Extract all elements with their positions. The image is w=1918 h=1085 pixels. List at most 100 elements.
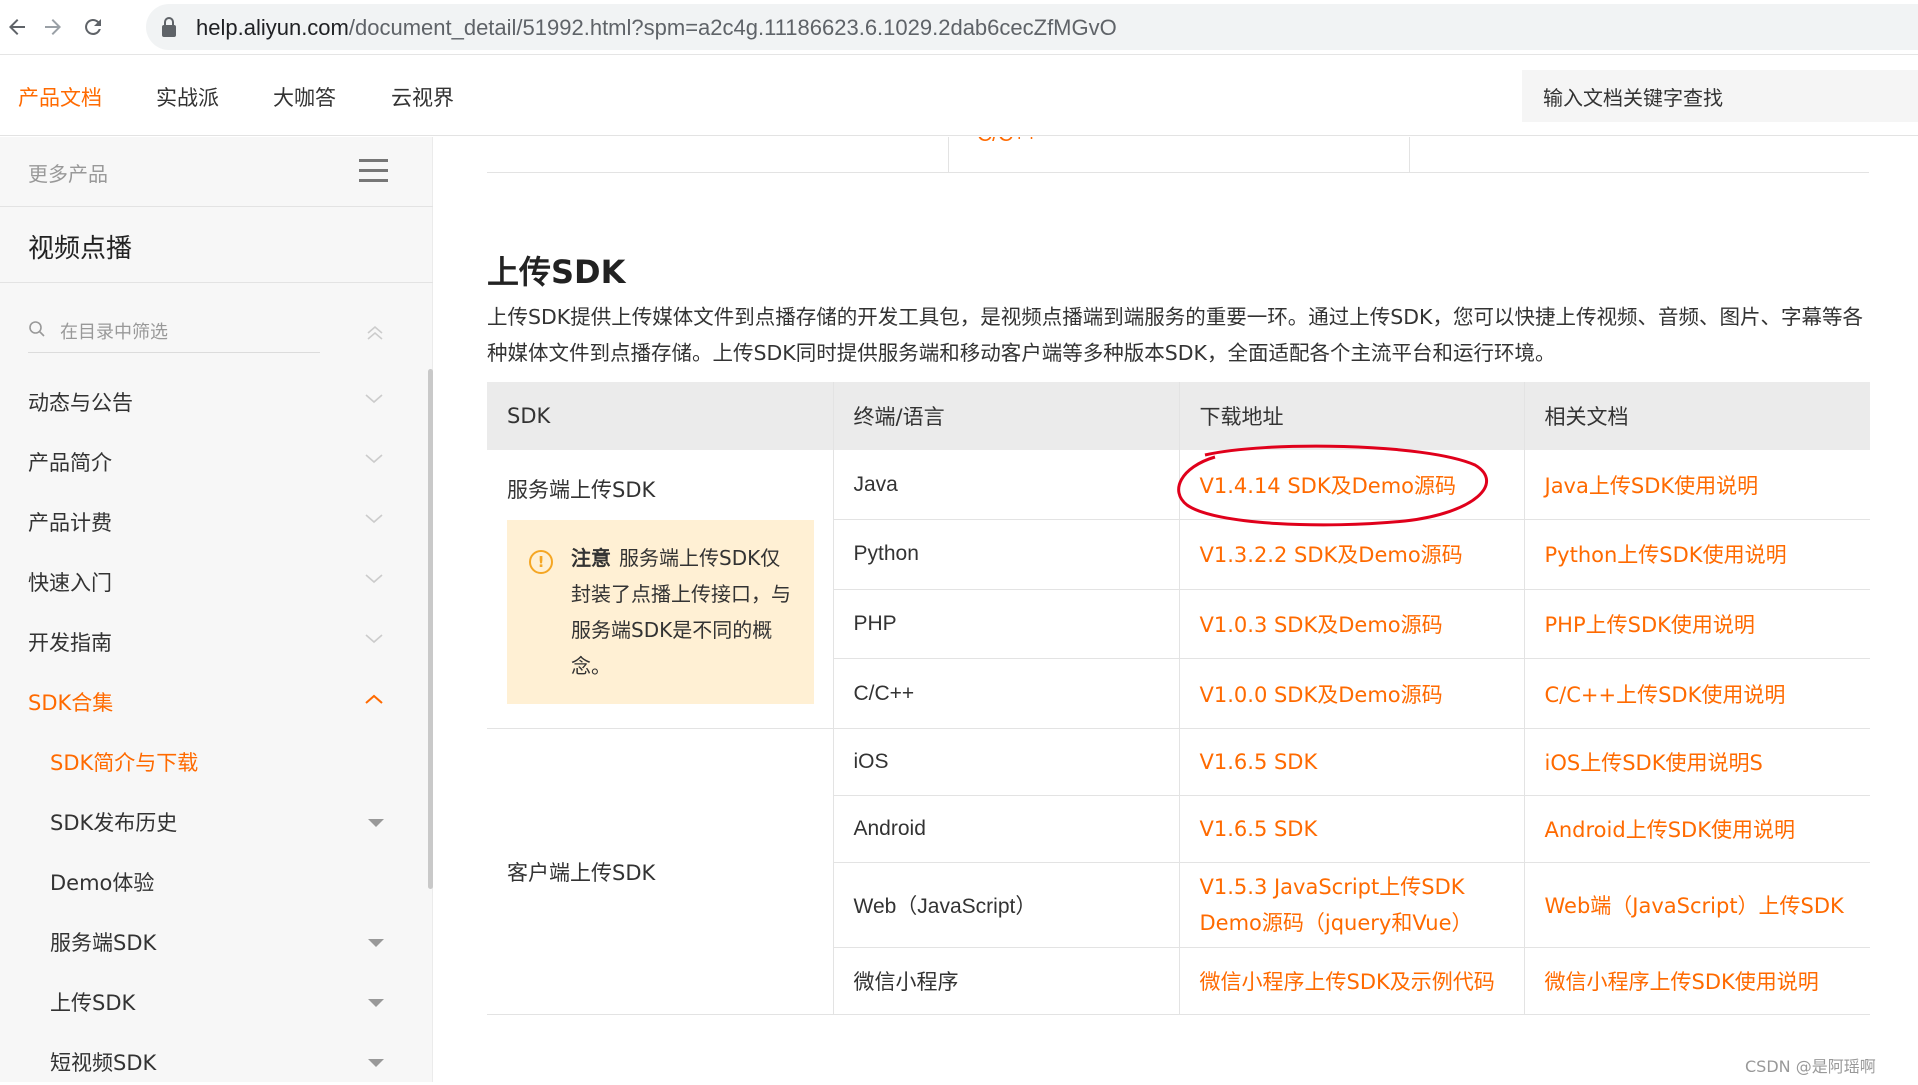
sidebar-item-billing[interactable]: 产品计费 (0, 497, 420, 545)
download-link[interactable]: 微信小程序上传SDK及示例代码 (1200, 970, 1495, 994)
column-header: 相关文档 (1524, 382, 1870, 450)
download-link[interactable]: V1.0.3 SDK及Demo源码 (1200, 613, 1443, 637)
sidebar-item-label: SDK简介与下载 (50, 751, 199, 775)
arrow-left-icon (9, 19, 25, 35)
download-link[interactable]: V1.6.5 SDK (1200, 817, 1318, 841)
sidebar-item-sdk-download[interactable]: SDK简介与下载 (0, 737, 420, 785)
note-title: 注意 (571, 546, 611, 570)
site-top-nav: 产品文档 实战派 大咖答 云视界 输入文档关键字查找 (0, 56, 1918, 136)
doc-cell: Java上传SDK使用说明 (1524, 450, 1870, 521)
sdk-group-label: 客户端上传SDK (507, 860, 656, 885)
doc-search-placeholder: 输入文档关键字查找 (1543, 86, 1723, 110)
caret-down-icon (368, 819, 384, 827)
download-link[interactable]: V1.6.5 SDK (1200, 750, 1318, 774)
note-box: ! 注意 服务端上传SDK仅封装了点播上传接口，与服务端SDK是不同的概念。 (507, 520, 814, 704)
sidebar-item-label: 服务端SDK (50, 931, 157, 955)
sidebar-item-intro[interactable]: 产品简介 (0, 437, 420, 485)
caret-down-icon (368, 1059, 384, 1067)
download-cell: V1.3.2.2 SDK及Demo源码 (1179, 519, 1525, 590)
url-host: help.aliyun.com (196, 15, 349, 40)
sdk-group-label: 服务端上传SDK (507, 478, 656, 502)
doc-content: C/C++ 上传SDK 上传SDK提供上传媒体文件到点播存储的开发工具包，是视频… (434, 137, 1918, 1082)
reload-button[interactable] (76, 10, 110, 44)
table-row: 客户端上传SDK iOS V1.6.5 SDK iOS上传SDK使用说明S (487, 728, 1870, 1015)
warning-icon: ! (529, 550, 553, 574)
sdk-group-cell: 服务端上传SDK ! 注意 服务端上传SDK仅封装了点播上传接口，与服务端SDK是… (487, 450, 834, 729)
browser-toolbar: help.aliyun.com/document_detail/51992.ht… (0, 0, 1918, 55)
download-link[interactable]: V1.4.14 SDK及Demo源码 (1200, 474, 1457, 498)
nav-product-docs[interactable]: 产品文档 (18, 82, 102, 112)
doc-cell: PHP上传SDK使用说明 (1524, 589, 1870, 660)
sidebar-item-label: Demo体验 (50, 871, 155, 895)
download-cell: V1.6.5 SDK (1179, 728, 1525, 796)
sidebar-item-sdk[interactable]: SDK合集 (0, 677, 420, 725)
sidebar-item-upload-sdk[interactable]: 上传SDK (0, 977, 420, 1025)
csdn-watermark: CSDN @是阿瑶啊 (1745, 1057, 1876, 1076)
doc-link[interactable]: iOS上传SDK使用说明S (1545, 751, 1763, 775)
sidebar-item-demo[interactable]: Demo体验 (0, 857, 420, 905)
sidebar-item-short-video-sdk[interactable]: 短视频SDK (0, 1037, 420, 1085)
download-cell: V1.4.14 SDK及Demo源码 (1179, 450, 1525, 521)
forward-button[interactable] (36, 10, 70, 44)
sidebar-item-label: 上传SDK (50, 991, 136, 1015)
nav-cloud-vision[interactable]: 云视界 (391, 82, 454, 112)
chevron-down-icon (365, 574, 383, 584)
sidebar-item-label: 短视频SDK (50, 1051, 157, 1075)
lang-cell: Android (833, 795, 1180, 863)
sidebar-item-label: SDK合集 (28, 691, 114, 715)
sidebar: 更多产品 视频点播 在目录中筛选 动态与公告 产品简介 产品计费 快速入门 开发… (0, 137, 433, 1082)
lang-cell: iOS (833, 728, 1180, 796)
sidebar-scrollbar[interactable] (428, 369, 433, 889)
download-cell: V1.0.0 SDK及Demo源码 (1179, 658, 1525, 729)
sdk-group-cell: 客户端上传SDK (487, 728, 834, 1015)
sidebar-item-label: SDK发布历史 (50, 811, 178, 835)
lock-icon (162, 17, 176, 37)
doc-link[interactable]: Java上传SDK使用说明 (1545, 474, 1759, 498)
nav-practice[interactable]: 实战派 (156, 82, 219, 112)
more-products-bar[interactable]: 更多产品 (0, 137, 433, 207)
note-body: 注意 服务端上传SDK仅封装了点播上传接口，与服务端SDK是不同的概念。 (571, 540, 794, 684)
doc-cell: Web端（JavaScript）上传SDK (1524, 862, 1870, 948)
sidebar-item-server-sdk[interactable]: 服务端SDK (0, 917, 420, 965)
sidebar-item-label: 动态与公告 (28, 391, 133, 415)
doc-link[interactable]: 微信小程序上传SDK使用说明 (1545, 970, 1819, 994)
nav-expert-answers[interactable]: 大咖答 (273, 82, 336, 112)
doc-link[interactable]: Android上传SDK使用说明 (1545, 818, 1795, 842)
doc-link[interactable]: PHP上传SDK使用说明 (1545, 613, 1755, 637)
back-button[interactable] (0, 10, 34, 44)
doc-search-input[interactable]: 输入文档关键字查找 (1522, 70, 1918, 122)
sidebar-item-news[interactable]: 动态与公告 (0, 377, 420, 425)
url-text: help.aliyun.com/document_detail/51992.ht… (196, 15, 1117, 41)
doc-cell: iOS上传SDK使用说明S (1524, 728, 1870, 796)
previous-table-cut-text[interactable]: C/C++ (977, 137, 1038, 147)
sidebar-item-sdk-history[interactable]: SDK发布历史 (0, 797, 420, 845)
menu-icon[interactable] (359, 159, 388, 183)
chevron-down-icon (365, 394, 383, 404)
download-link[interactable]: V1.0.0 SDK及Demo源码 (1200, 683, 1443, 707)
section-intro: 上传SDK提供上传媒体文件到点播存储的开发工具包，是视频点播端到端服务的重要一环… (487, 305, 1863, 365)
caret-down-icon (368, 939, 384, 947)
column-header: 下载地址 (1179, 382, 1525, 450)
double-chevron-up-icon[interactable] (364, 322, 386, 344)
sidebar-item-quickstart[interactable]: 快速入门 (0, 557, 420, 605)
doc-link[interactable]: Python上传SDK使用说明 (1545, 543, 1787, 567)
download-link[interactable]: V1.3.2.2 SDK及Demo源码 (1200, 543, 1463, 567)
lang-cell: PHP (833, 589, 1180, 660)
catalog-filter-input[interactable]: 在目录中筛选 (28, 313, 320, 353)
column-header: SDK (487, 382, 834, 450)
doc-link[interactable]: Web端（JavaScript）上传SDK (1545, 894, 1844, 918)
doc-cell: C/C++上传SDK使用说明 (1524, 658, 1870, 729)
caret-down-icon (368, 999, 384, 1007)
doc-cell: Python上传SDK使用说明 (1524, 519, 1870, 590)
sidebar-item-label: 快速入门 (28, 571, 112, 595)
chevron-up-icon (365, 694, 383, 704)
more-products-label: 更多产品 (28, 162, 108, 186)
sidebar-item-label: 开发指南 (28, 631, 112, 655)
lang-cell: 微信小程序 (833, 947, 1180, 1015)
doc-link[interactable]: C/C++上传SDK使用说明 (1545, 683, 1786, 707)
address-bar[interactable]: help.aliyun.com/document_detail/51992.ht… (146, 4, 1918, 50)
download-link[interactable]: V1.5.3 JavaScript上传SDK Demo源码（jquery和Vue… (1200, 875, 1473, 935)
sidebar-item-dev-guide[interactable]: 开发指南 (0, 617, 420, 665)
download-cell: 微信小程序上传SDK及示例代码 (1179, 947, 1525, 1015)
table-row: 服务端上传SDK ! 注意 服务端上传SDK仅封装了点播上传接口，与服务端SDK是… (487, 450, 1870, 729)
